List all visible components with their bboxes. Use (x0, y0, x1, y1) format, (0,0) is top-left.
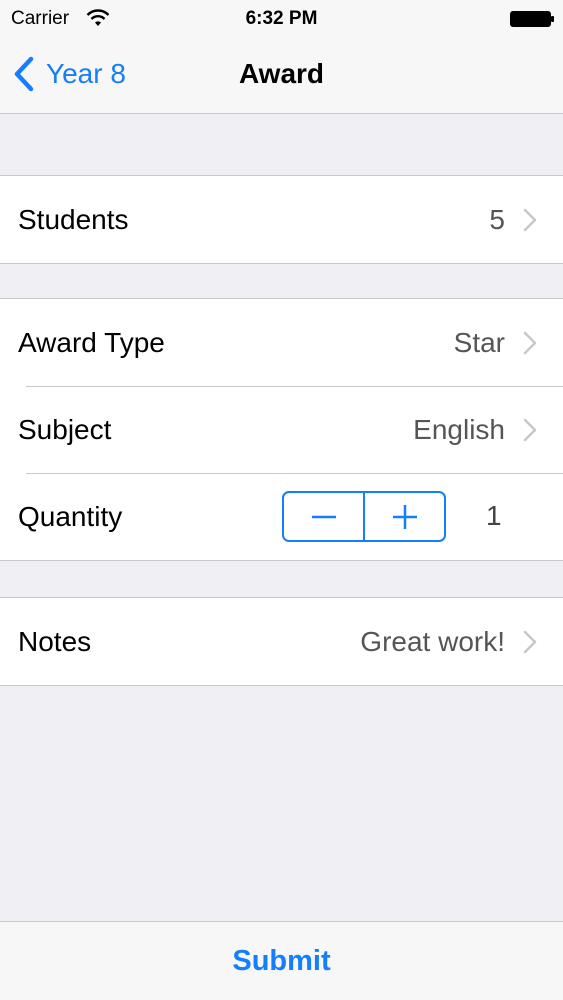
students-count: 5 (489, 203, 505, 235)
bottom-toolbar: Submit (0, 921, 563, 1000)
notes-section: Notes Great work! (0, 597, 563, 686)
notes-cell[interactable]: Notes Great work! (0, 598, 563, 685)
decrement-button[interactable] (284, 493, 363, 540)
subject-label: Subject (18, 413, 112, 445)
chevron-right-icon (523, 630, 537, 653)
students-cell[interactable]: Students 5 (0, 176, 563, 263)
submit-button[interactable]: Submit (232, 945, 330, 978)
increment-button[interactable] (363, 493, 444, 540)
subject-cell[interactable]: Subject English (0, 386, 563, 473)
chevron-right-icon (523, 331, 537, 354)
plus-icon (392, 504, 417, 529)
minus-icon (311, 515, 336, 518)
notes-value: Great work! (360, 625, 505, 657)
chevron-right-icon (523, 208, 537, 231)
award-details-section: Award Type Star Subject English Quantity (0, 298, 563, 561)
page-title: Award (238, 58, 325, 89)
chevron-right-icon (523, 418, 537, 441)
status-time: 6:32 PM (245, 8, 318, 29)
award-type-cell[interactable]: Award Type Star (0, 299, 563, 386)
navigation-bar: Year 8 Award (0, 40, 563, 114)
quantity-cell: Quantity 1 (0, 473, 563, 560)
notes-label: Notes (18, 625, 92, 657)
status-bar: Carrier 6:32 PM (0, 0, 563, 40)
students-label: Students (18, 203, 129, 235)
award-type-label: Award Type (18, 326, 165, 358)
students-section: Students 5 (0, 175, 563, 264)
subject-value: English (413, 413, 505, 445)
quantity-value: 1 (486, 500, 502, 531)
battery-icon (510, 11, 554, 27)
quantity-stepper (282, 491, 446, 542)
award-type-value: Star (453, 326, 505, 358)
